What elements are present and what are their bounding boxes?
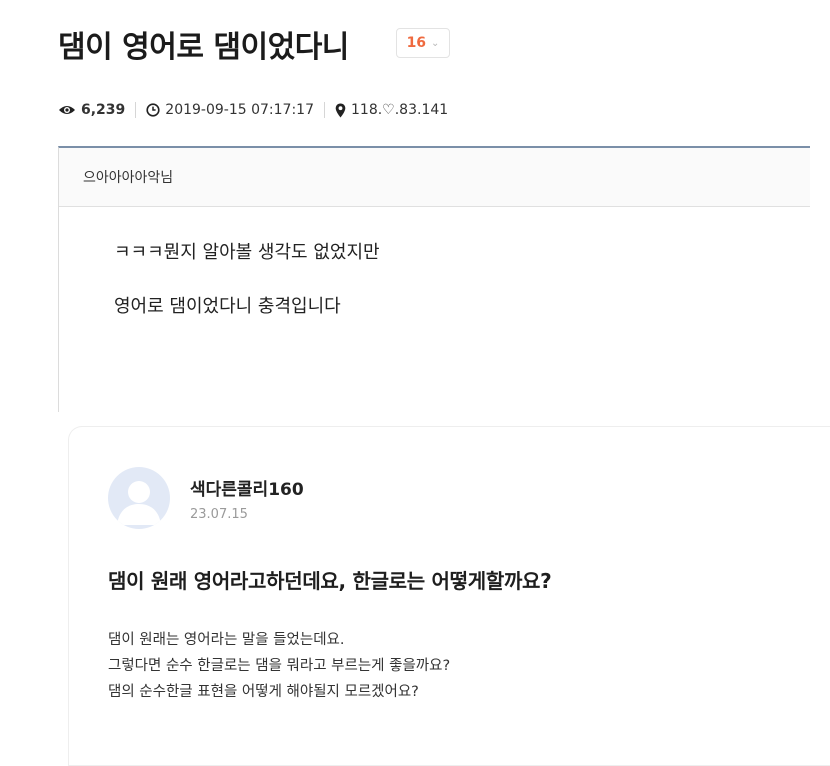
datetime-meta: 2019-09-15 07:17:17 <box>146 102 314 118</box>
vote-count: 16 <box>406 35 427 51</box>
post-body-line: 영어로 댐이었다니 충격입니다 <box>114 296 341 317</box>
question-username[interactable]: 색다른콜리160 <box>190 475 304 500</box>
author-name[interactable]: 으아아아아악님 <box>83 167 173 187</box>
post-title: 댐이 영어로 댐이었다니 <box>58 30 349 65</box>
meta-divider <box>324 102 325 118</box>
author-ip: 118.♡.83.141 <box>351 102 449 118</box>
post-meta: 6,239 2019-09-15 07:17:17 118.♡.83.141 <box>58 102 448 118</box>
question-card: 색다른콜리160 23.07.15 댐이 원래 영어라고하던데요, 한글로는 어… <box>68 426 830 766</box>
chevron-down-icon: ⌄ <box>431 37 440 49</box>
post-content-box: 으아아아아악님 ㅋㅋㅋ뭔지 알아볼 생각도 없었지만 영어로 댐이었다니 충격입… <box>58 146 810 412</box>
question-body: 댐이 원래는 영어라는 말을 들었는데요. 그렇다면 순수 한글로는 댐을 뭐라… <box>108 627 450 705</box>
user-avatar-icon <box>108 467 170 529</box>
post-body: ㅋㅋㅋ뭔지 알아볼 생각도 없었지만 영어로 댐이었다니 충격입니다 <box>59 207 810 319</box>
clock-icon <box>146 103 160 117</box>
post-body-line: ㅋㅋㅋ뭔지 알아볼 생각도 없었지만 <box>114 242 380 263</box>
ip-meta: 118.♡.83.141 <box>335 102 448 118</box>
question-title[interactable]: 댐이 원래 영어라고하던데요, 한글로는 어떻게할까요? <box>108 565 552 594</box>
location-pin-icon <box>335 103 346 117</box>
question-body-line: 댐이 원래는 영어라는 말을 들었는데요. <box>108 632 345 648</box>
author-bar: 으아아아아악님 <box>59 148 810 207</box>
meta-divider <box>135 102 137 118</box>
question-body-line: 그렇다면 순수 한글로는 댐을 뭐라고 부르는게 좋을까요? <box>108 658 451 674</box>
views-count: 6,239 <box>81 102 126 118</box>
question-date: 23.07.15 <box>190 507 248 522</box>
eye-icon <box>59 106 75 114</box>
views-meta: 6,239 <box>58 102 125 118</box>
question-body-line: 댐의 순수한글 표현을 어떻게 해야될지 모르겠어요? <box>108 684 419 700</box>
post-datetime: 2019-09-15 07:17:17 <box>165 102 314 118</box>
vote-badge[interactable]: 16 ⌄ <box>396 28 450 58</box>
